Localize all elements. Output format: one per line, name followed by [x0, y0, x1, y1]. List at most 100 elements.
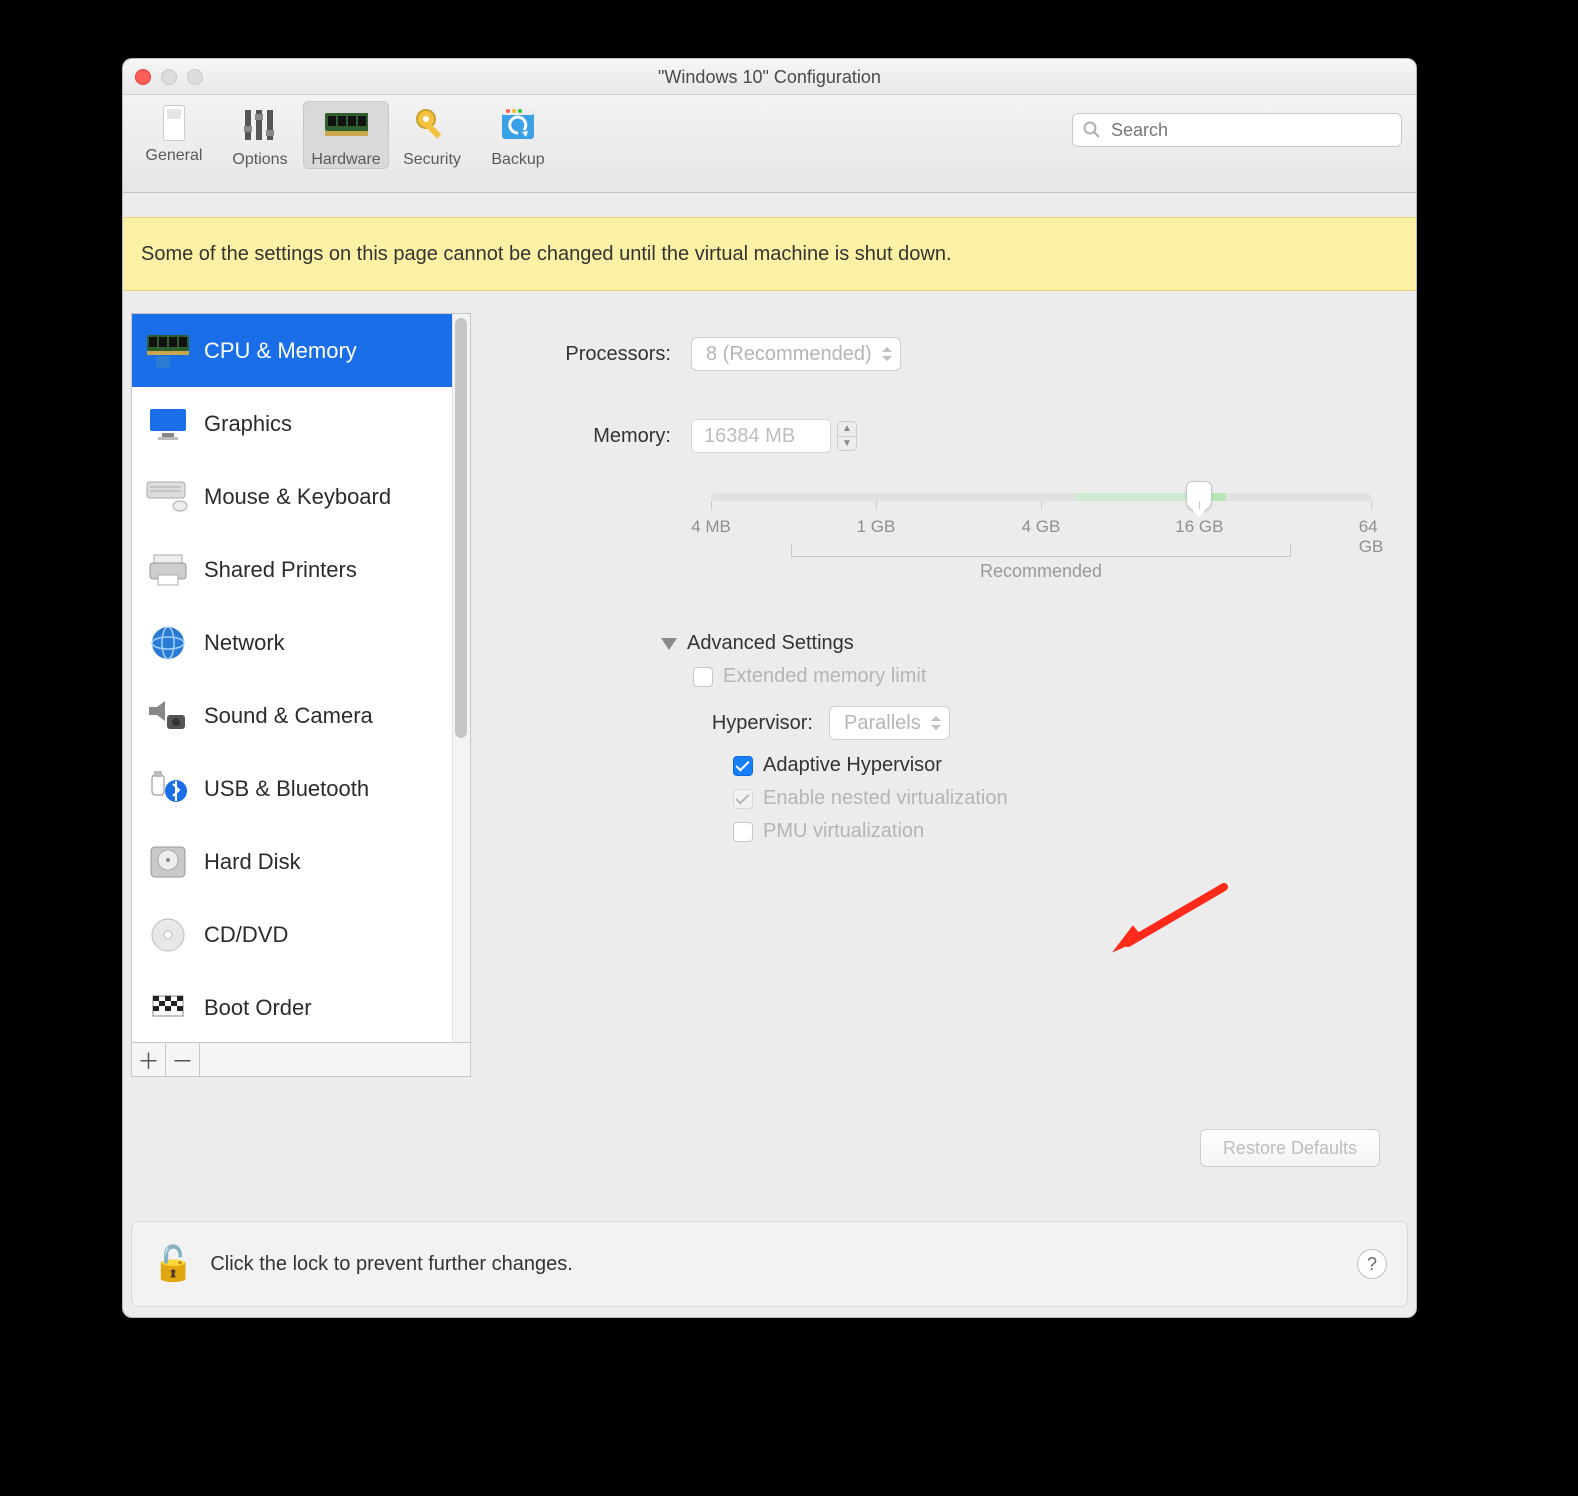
stepper-down-icon[interactable]: ▼ — [838, 437, 856, 451]
toolbar-label: Options — [217, 151, 303, 169]
toolbar-general[interactable]: General — [131, 101, 217, 165]
key-icon — [410, 105, 454, 145]
sidebar-item-boot-order[interactable]: Boot Order — [132, 971, 470, 1043]
help-button[interactable]: ? — [1357, 1249, 1387, 1279]
disc-icon — [144, 915, 192, 955]
window-title: "Windows 10" Configuration — [658, 67, 881, 87]
checkbox-checked-disabled-icon — [733, 789, 753, 809]
hypervisor-value: Parallels — [844, 712, 921, 735]
stepper-up-icon[interactable]: ▲ — [838, 422, 856, 437]
checkbox-checked-icon — [733, 756, 753, 776]
zoom-window-button[interactable] — [187, 69, 203, 85]
toolbar-backup[interactable]: Backup — [475, 101, 561, 169]
sidebar-item-label: CD/DVD — [204, 922, 288, 948]
advanced-settings: Advanced Settings Extended memory limit … — [661, 632, 1376, 843]
titlebar: "Windows 10" Configuration — [123, 59, 1416, 95]
memory-stepper[interactable]: ▲ ▼ — [837, 421, 857, 451]
search-icon — [1083, 121, 1101, 139]
minimize-window-button[interactable] — [161, 69, 177, 85]
close-window-button[interactable] — [135, 69, 151, 85]
toolbar-hardware[interactable]: Hardware — [303, 101, 389, 169]
hypervisor-label: Hypervisor: — [661, 712, 829, 735]
scrollbar-thumb[interactable] — [455, 318, 467, 738]
hypervisor-row: Hypervisor: Parallels — [661, 706, 1376, 740]
toolbar-security[interactable]: Security — [389, 101, 475, 169]
keyboard-mouse-icon — [144, 477, 192, 517]
tick-label: 1 GB — [857, 517, 896, 537]
sidebar-item-mouse-keyboard[interactable]: Mouse & Keyboard — [132, 460, 470, 533]
slider-track[interactable] — [711, 493, 1371, 501]
cpu-memory-icon — [144, 331, 192, 371]
toolbar-options[interactable]: Options — [217, 101, 303, 169]
sidebar-item-label: Sound & Camera — [204, 703, 373, 729]
tick-label: 4 MB — [691, 517, 731, 537]
toolbar-label: Backup — [475, 151, 561, 169]
sidebar-item-label: CPU & Memory — [204, 338, 357, 364]
sidebar-item-shared-printers[interactable]: Shared Printers — [132, 533, 470, 606]
sidebar-scrollbar[interactable] — [452, 314, 470, 1042]
tick-label: 16 GB — [1175, 517, 1223, 537]
hypervisor-select[interactable]: Parallels — [829, 706, 950, 740]
sidebar-item-network[interactable]: Network — [132, 606, 470, 679]
pmu-virtualization-checkbox[interactable]: PMU virtualization — [733, 820, 1376, 843]
sidebar-item-label: Mouse & Keyboard — [204, 484, 391, 510]
hard-disk-icon — [144, 842, 192, 882]
checkbox-icon — [693, 667, 713, 687]
sidebar-item-label: USB & Bluetooth — [204, 776, 369, 802]
sidebar-list: CPU & Memory Graphics Mouse & Keyboard — [131, 313, 471, 1043]
remove-device-button[interactable]: － — [166, 1043, 200, 1076]
main-area: CPU & Memory Graphics Mouse & Keyboard — [123, 291, 1416, 1131]
button-label: Restore Defaults — [1223, 1138, 1357, 1159]
sidebar-item-graphics[interactable]: Graphics — [132, 387, 470, 460]
printer-icon — [144, 550, 192, 590]
sidebar-item-cpu-memory[interactable]: CPU & Memory — [132, 314, 470, 387]
unlocked-padlock-icon[interactable]: 🔓 — [152, 1244, 194, 1284]
processors-select[interactable]: 8 (Recommended) — [691, 337, 901, 371]
adaptive-hypervisor-checkbox[interactable]: Adaptive Hypervisor — [733, 754, 1376, 777]
chevron-updown-icon — [882, 347, 892, 361]
switch-icon — [163, 105, 185, 141]
advanced-disclosure[interactable]: Advanced Settings — [661, 632, 1376, 655]
toolbar-label: Hardware — [303, 151, 389, 169]
memory-slider[interactable]: 4 MB 1 GB 4 GB 16 GB 64 GB Recommended — [711, 473, 1371, 582]
lock-footer: 🔓 Click the lock to prevent further chan… — [131, 1221, 1408, 1307]
lock-hint-text: Click the lock to prevent further change… — [210, 1253, 572, 1276]
disclosure-triangle-icon — [661, 638, 677, 650]
toolbar-label: Security — [389, 151, 475, 169]
sidebar-item-label: Shared Printers — [204, 557, 357, 583]
sidebar-item-label: Graphics — [204, 411, 292, 437]
sidebar-add-remove: ＋ － — [131, 1043, 471, 1077]
slider-ticks — [711, 501, 1371, 511]
configuration-window: "Windows 10" Configuration General Optio… — [122, 58, 1417, 1318]
warning-text: Some of the settings on this page cannot… — [141, 243, 952, 266]
checkbox-label: PMU virtualization — [763, 820, 924, 843]
globe-icon — [144, 623, 192, 663]
memory-input[interactable] — [691, 419, 831, 453]
flag-icon — [144, 988, 192, 1028]
nested-virtualization-checkbox[interactable]: Enable nested virtualization — [733, 787, 1376, 810]
usb-bluetooth-icon — [144, 769, 192, 809]
monitor-icon — [144, 404, 192, 444]
add-device-button[interactable]: ＋ — [132, 1043, 166, 1076]
sidebar-item-usb-bluetooth[interactable]: USB & Bluetooth — [132, 752, 470, 825]
sidebar-item-label: Boot Order — [204, 995, 312, 1021]
toolbar: General Options Hardware Security Backup — [123, 95, 1416, 193]
tick-label: 4 GB — [1022, 517, 1061, 537]
warning-banner: Some of the settings on this page cannot… — [123, 217, 1416, 291]
search-field[interactable] — [1072, 113, 1402, 147]
restore-defaults-button[interactable]: Restore Defaults — [1200, 1129, 1380, 1167]
sidebar-item-hard-disk[interactable]: Hard Disk — [132, 825, 470, 898]
sidebar-item-label: Network — [204, 630, 285, 656]
extended-memory-limit-checkbox[interactable]: Extended memory limit — [693, 665, 1376, 688]
sidebar-item-sound-camera[interactable]: Sound & Camera — [132, 679, 470, 752]
backup-icon — [496, 105, 540, 145]
search-input[interactable] — [1109, 119, 1391, 142]
window-controls — [135, 69, 203, 85]
processors-value: 8 (Recommended) — [706, 343, 872, 366]
checkbox-label: Extended memory limit — [723, 665, 926, 688]
sliders-icon — [238, 105, 282, 145]
sidebar-item-cd-dvd[interactable]: CD/DVD — [132, 898, 470, 971]
hardware-sidebar: CPU & Memory Graphics Mouse & Keyboard — [131, 313, 471, 1131]
ram-icon — [324, 105, 368, 145]
advanced-title: Advanced Settings — [687, 632, 854, 655]
